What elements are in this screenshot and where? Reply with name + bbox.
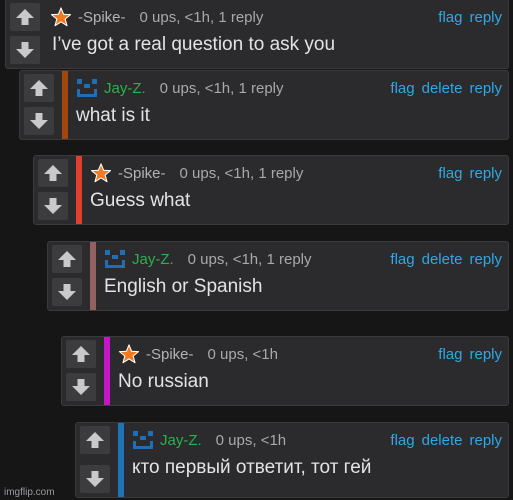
reply-link[interactable]: reply xyxy=(469,346,502,363)
upvote-button[interactable] xyxy=(10,3,40,31)
reply-link[interactable]: reply xyxy=(469,9,502,26)
comment-content: Jay-Z. 0 ups, <1h flag delete reply кто … xyxy=(124,423,508,497)
downvote-button[interactable] xyxy=(24,107,54,135)
arrow-down-icon xyxy=(72,379,90,395)
arrow-down-icon xyxy=(58,284,76,300)
comment-text: I’ve got a real question to ask you xyxy=(52,34,336,55)
pixel-face-icon xyxy=(132,430,154,450)
comment-content: -Spike- 0 ups, <1h, 1 reply flag reply I… xyxy=(46,0,508,68)
comment-content: Jay-Z. 0 ups, <1h, 1 reply flag delete r… xyxy=(68,71,508,139)
username[interactable]: -Spike- xyxy=(78,9,126,26)
comment-content: Jay-Z. 0 ups, <1h, 1 reply flag delete r… xyxy=(96,242,508,310)
downvote-button[interactable] xyxy=(66,373,96,401)
pixel-face-icon xyxy=(76,78,98,98)
comment: -Spike- 0 ups, <1h, 1 reply flag reply I… xyxy=(5,0,509,69)
comment: -Spike- 0 ups, <1h, 1 reply flag reply G… xyxy=(33,155,509,225)
arrow-down-icon xyxy=(16,42,34,58)
comment-header: Jay-Z. 0 ups, <1h, 1 reply flag delete r… xyxy=(76,78,502,98)
upvote-button[interactable] xyxy=(66,340,96,368)
vote-column xyxy=(34,156,74,224)
downvote-button[interactable] xyxy=(52,278,82,306)
comment-header: Jay-Z. 0 ups, <1h, 1 reply flag delete r… xyxy=(104,249,502,269)
reply-link[interactable]: reply xyxy=(469,251,502,268)
arrow-up-icon xyxy=(86,432,104,448)
flag-link[interactable]: flag xyxy=(438,165,462,182)
downvote-button[interactable] xyxy=(10,36,40,64)
comment-meta: 0 ups, <1h xyxy=(215,431,287,449)
comment: -Spike- 0 ups, <1h flag reply No russian xyxy=(61,336,509,406)
username[interactable]: Jay-Z. xyxy=(104,80,146,97)
arrow-up-icon xyxy=(16,9,34,25)
comment-meta: 0 ups, <1h, 1 reply xyxy=(159,79,284,97)
upvote-button[interactable] xyxy=(80,426,110,454)
upvote-button[interactable] xyxy=(24,74,54,102)
comment-actions: flag delete reply xyxy=(390,251,502,268)
username[interactable]: Jay-Z. xyxy=(160,432,202,449)
comment-header: -Spike- 0 ups, <1h, 1 reply flag reply xyxy=(90,163,502,183)
arrow-up-icon xyxy=(58,251,76,267)
downvote-button[interactable] xyxy=(80,465,110,493)
flag-link[interactable]: flag xyxy=(438,346,462,363)
arrow-up-icon xyxy=(72,346,90,362)
arrow-down-icon xyxy=(30,113,48,129)
vote-column xyxy=(20,71,60,139)
comment-text: Guess what xyxy=(90,190,191,211)
comment-actions: flag reply xyxy=(438,346,502,363)
comment-header: Jay-Z. 0 ups, <1h flag delete reply xyxy=(132,430,502,450)
flag-link[interactable]: flag xyxy=(438,9,462,26)
comment-actions: flag delete reply xyxy=(390,80,502,97)
pixel-face-icon xyxy=(104,249,126,269)
comment-text: what is it xyxy=(76,105,150,126)
vote-column xyxy=(48,242,88,310)
comment: Jay-Z. 0 ups, <1h, 1 reply flag delete r… xyxy=(47,241,509,311)
comment-header: -Spike- 0 ups, <1h flag reply xyxy=(118,344,502,364)
username[interactable]: -Spike- xyxy=(118,165,166,182)
comment-actions: flag reply xyxy=(438,165,502,182)
comment-content: -Spike- 0 ups, <1h, 1 reply flag reply G… xyxy=(82,156,508,224)
vote-column xyxy=(62,337,102,405)
comment-actions: flag reply xyxy=(438,9,502,26)
upvote-button[interactable] xyxy=(38,159,68,187)
arrow-up-icon xyxy=(30,80,48,96)
comment-content: -Spike- 0 ups, <1h flag reply No russian xyxy=(110,337,508,405)
star-icon xyxy=(90,163,112,183)
downvote-button[interactable] xyxy=(38,192,68,220)
comment: Jay-Z. 0 ups, <1h, 1 reply flag delete r… xyxy=(19,70,509,140)
username[interactable]: Jay-Z. xyxy=(132,251,174,268)
vote-column xyxy=(76,423,116,497)
arrow-down-icon xyxy=(86,471,104,487)
comment-header: -Spike- 0 ups, <1h, 1 reply flag reply xyxy=(50,7,502,27)
reply-link[interactable]: reply xyxy=(469,80,502,97)
reply-link[interactable]: reply xyxy=(469,432,502,449)
upvote-button[interactable] xyxy=(52,245,82,273)
star-icon xyxy=(118,344,140,364)
comment-meta: 0 ups, <1h, 1 reply xyxy=(187,250,312,268)
comment-meta: 0 ups, <1h xyxy=(207,345,278,363)
flag-link[interactable]: flag xyxy=(390,432,414,449)
comment-text: English or Spanish xyxy=(104,276,263,297)
flag-link[interactable]: flag xyxy=(390,80,414,97)
reply-link[interactable]: reply xyxy=(469,165,502,182)
comment: Jay-Z. 0 ups, <1h flag delete reply кто … xyxy=(75,422,509,498)
delete-link[interactable]: delete xyxy=(422,80,463,97)
comment-actions: flag delete reply xyxy=(390,432,502,449)
vote-column xyxy=(6,0,46,68)
username[interactable]: -Spike- xyxy=(146,346,194,363)
comment-text: кто первый ответит, тот гей xyxy=(132,457,372,478)
flag-link[interactable]: flag xyxy=(390,251,414,268)
arrow-up-icon xyxy=(44,165,62,181)
comment-meta: 0 ups, <1h, 1 reply xyxy=(139,8,264,26)
comment-text: No russian xyxy=(118,371,209,392)
star-icon xyxy=(50,7,72,27)
watermark: imgflip.com xyxy=(4,487,55,498)
arrow-down-icon xyxy=(44,198,62,214)
delete-link[interactable]: delete xyxy=(422,251,463,268)
comment-meta: 0 ups, <1h, 1 reply xyxy=(179,164,304,182)
delete-link[interactable]: delete xyxy=(422,432,463,449)
